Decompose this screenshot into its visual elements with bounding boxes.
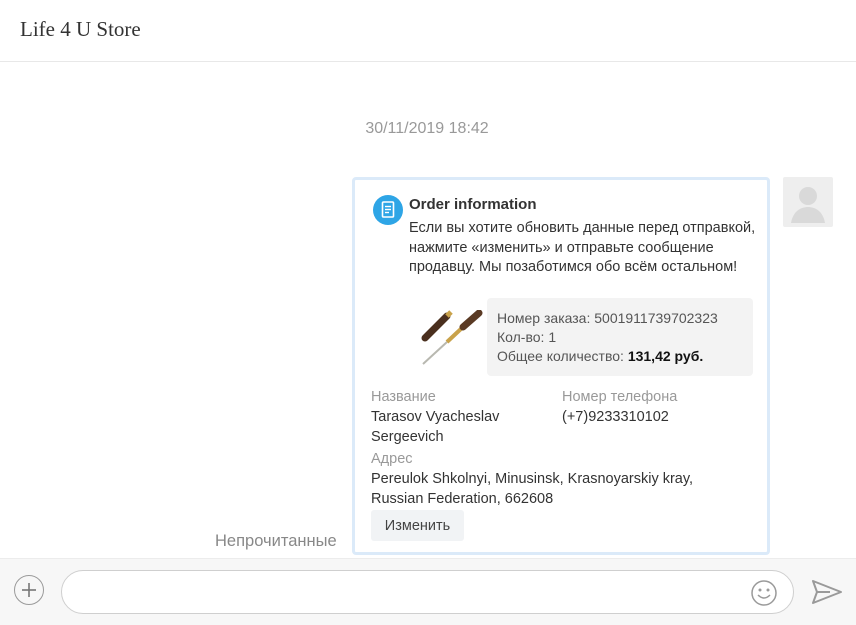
order-number-row: Номер заказа: 5001911739702323	[497, 310, 718, 326]
address-line-2: Russian Federation, 662608	[371, 490, 554, 507]
address-label: Адрес	[371, 451, 413, 467]
card-message: Если вы хотите обновить данные перед отп…	[409, 220, 756, 275]
document-icon	[373, 195, 403, 225]
message-input[interactable]	[61, 570, 794, 614]
name-value: Tarasov Vyacheslav Sergeevich	[371, 408, 499, 447]
avatar-silhouette	[791, 187, 825, 223]
card-title: Order information	[409, 196, 537, 213]
phone-value: (+7)9233310102	[562, 409, 669, 425]
address-line-1: Pereulok Shkolnyi, Minusinsk, Krasnoyars…	[371, 471, 694, 487]
address-value: Pereulok Shkolnyi, Minusinsk, Krasnoyars…	[371, 470, 693, 509]
quantity-value: 1	[548, 329, 557, 345]
total-label: Общее количество:	[497, 348, 624, 364]
chat-area[interactable]: 30/11/2019 18:42 Order information Если …	[0, 62, 856, 558]
edit-button[interactable]: Изменить	[371, 510, 464, 541]
store-name: Life 4 U Store	[20, 17, 141, 41]
smiley-icon[interactable]	[750, 579, 778, 607]
product-summary: Номер заказа: 5001911739702323 Кол-во: 1…	[487, 298, 753, 376]
timestamp-text: 30/11/2019 18:42	[365, 120, 489, 137]
total-row: Общее количество: 131,42 руб.	[497, 348, 703, 364]
message-composer	[0, 558, 856, 625]
send-arrow-icon[interactable]	[810, 577, 844, 607]
total-value: 131,42 руб.	[627, 348, 704, 364]
order-number-label: Номер заказа:	[497, 310, 591, 326]
name-line-2: Sergeevich	[371, 428, 444, 445]
message-timestamp: 30/11/2019 18:42	[0, 120, 856, 138]
user-avatar-icon[interactable]	[783, 177, 833, 227]
quantity-label: Кол-во:	[497, 329, 545, 345]
order-number-value: 5001911739702323	[594, 310, 718, 326]
plus-icon[interactable]	[14, 575, 44, 605]
name-line-1: Tarasov Vyacheslav	[371, 409, 500, 425]
chat-header: Life 4 U Store	[0, 0, 856, 62]
order-info-card: Order information Если вы хотите обновит…	[352, 177, 770, 555]
phone-label: Номер телефона	[562, 389, 678, 405]
product-image[interactable]	[419, 309, 483, 368]
quantity-row: Кол-во: 1	[497, 329, 556, 345]
name-label: Название	[371, 389, 436, 405]
unread-label: Непрочитанные	[215, 532, 337, 550]
